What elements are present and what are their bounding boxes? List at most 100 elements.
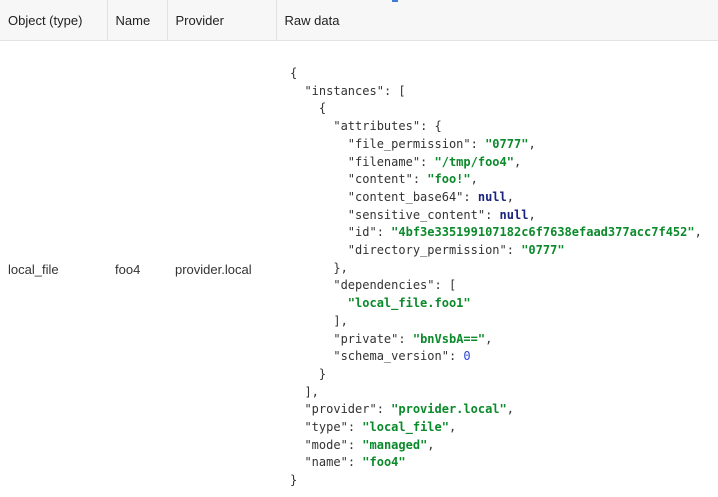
scroll-indicator — [392, 0, 398, 2]
json-punctuation — [290, 84, 304, 98]
json-key: "content" — [347, 172, 413, 187]
json-punctuation: , — [506, 402, 514, 417]
json-key: "id" — [347, 225, 377, 240]
json-punctuation: , — [513, 154, 522, 169]
json-punctuation: : { — [420, 119, 442, 134]
json-line: "sensitive_content": null, — [290, 207, 718, 225]
json-punctuation: , — [506, 189, 514, 204]
json-punctuation: : — [485, 207, 500, 222]
json-punctuation: , — [448, 420, 457, 435]
column-header-raw-data[interactable]: Raw data — [276, 0, 718, 41]
json-punctuation: , — [694, 225, 702, 240]
json-line: "mode": "managed", — [290, 437, 718, 455]
json-string-value: "0777" — [485, 136, 529, 151]
json-punctuation — [290, 420, 304, 434]
json-punctuation: , — [470, 172, 478, 187]
json-punctuation: : — [463, 189, 478, 204]
json-punctuation: : — [448, 349, 464, 364]
json-punctuation: : — [376, 402, 392, 417]
json-punctuation — [290, 172, 348, 186]
json-punctuation: : — [376, 225, 392, 240]
json-string-value: "provider.local" — [391, 402, 507, 417]
json-punctuation: : — [347, 455, 363, 470]
json-string-value: "local_file.foo1" — [347, 296, 471, 311]
json-punctuation: : — [347, 420, 363, 435]
json-line: "schema_version": 0 — [290, 348, 718, 366]
json-string-value: "managed" — [362, 437, 428, 452]
json-punctuation — [290, 402, 304, 416]
cell-raw-data: { "instances": [ { "attributes": { "file… — [276, 41, 718, 497]
json-line: "name": "foo4" — [290, 454, 718, 472]
json-punctuation — [290, 438, 304, 452]
json-key: "content_base64" — [347, 189, 464, 204]
json-key: "directory_permission" — [347, 243, 507, 258]
json-line: { — [290, 65, 718, 83]
json-line: "id": "4bf3e335199107182c6f7638efaad377a… — [290, 224, 718, 242]
column-header-provider[interactable]: Provider — [167, 0, 277, 41]
json-key: "schema_version" — [333, 349, 449, 364]
state-resources-table: Object (type) Name Provider Raw data loc… — [0, 0, 718, 497]
json-string-value: "foo4" — [362, 455, 406, 470]
json-line: "dependencies": [ — [290, 277, 718, 295]
json-punctuation: , — [427, 437, 435, 452]
json-punctuation — [290, 455, 304, 469]
json-punctuation: : — [470, 136, 486, 151]
json-punctuation: , — [528, 207, 536, 222]
json-punctuation — [290, 349, 333, 363]
json-key: "dependencies" — [333, 278, 435, 293]
json-line: ], — [290, 313, 718, 331]
json-line: ], — [290, 384, 718, 402]
json-punctuation: ], — [290, 313, 348, 328]
raw-data-json-viewer: { "instances": [ { "attributes": { "file… — [290, 65, 718, 490]
json-line: "type": "local_file", — [290, 419, 718, 437]
json-string-value: "/tmp/foo4" — [434, 154, 514, 169]
json-key: "attributes" — [333, 119, 421, 134]
json-key: "type" — [304, 420, 348, 435]
column-header-name[interactable]: Name — [107, 0, 168, 41]
json-punctuation — [290, 225, 348, 239]
json-line: "attributes": { — [290, 118, 718, 136]
table-row: local_file foo4 provider.local { "instan… — [0, 41, 718, 497]
json-punctuation — [290, 119, 333, 133]
json-line: "content": "foo!", — [290, 171, 718, 189]
json-punctuation — [290, 278, 333, 292]
json-punctuation: } — [290, 366, 327, 381]
json-string-value: "0777" — [521, 243, 565, 258]
json-line: "local_file.foo1" — [290, 295, 718, 313]
json-punctuation: ], — [290, 384, 319, 399]
json-punctuation — [290, 155, 348, 169]
json-line: "filename": "/tmp/foo4", — [290, 154, 718, 172]
table-header-row: Object (type) Name Provider Raw data — [0, 0, 718, 41]
json-punctuation: } — [290, 473, 298, 488]
json-key: "provider" — [304, 402, 377, 417]
json-null-value: null — [477, 189, 507, 204]
json-punctuation — [290, 243, 348, 257]
json-string-value: "foo!" — [427, 172, 471, 187]
json-key: "sensitive_content" — [347, 207, 486, 222]
json-line: } — [290, 366, 718, 384]
json-punctuation — [290, 208, 348, 222]
json-punctuation: : — [506, 243, 522, 258]
json-number-value: 0 — [463, 349, 471, 364]
json-line: "instances": [ — [290, 83, 718, 101]
json-punctuation: : [ — [434, 278, 457, 293]
json-line: "directory_permission": "0777" — [290, 242, 718, 260]
json-punctuation — [290, 137, 348, 151]
json-line: "file_permission": "0777", — [290, 136, 718, 154]
json-punctuation — [290, 332, 333, 346]
column-header-object-type[interactable]: Object (type) — [0, 0, 108, 41]
json-punctuation: : — [420, 154, 435, 169]
json-string-value: "4bf3e335199107182c6f7638efaad377acc7f45… — [391, 225, 695, 240]
json-punctuation — [290, 296, 348, 310]
json-punctuation: , — [485, 331, 493, 346]
json-line: }, — [290, 260, 718, 278]
json-key: "name" — [304, 455, 348, 470]
json-string-value: "local_file" — [362, 420, 449, 435]
json-key: "filename" — [347, 154, 421, 169]
json-punctuation: { — [290, 101, 327, 116]
json-punctuation: : — [347, 437, 363, 452]
json-key: "instances" — [304, 83, 384, 98]
json-string-value: "bnVsbA==" — [412, 331, 486, 346]
json-key: "private" — [333, 331, 399, 346]
json-punctuation: }, — [290, 260, 348, 275]
